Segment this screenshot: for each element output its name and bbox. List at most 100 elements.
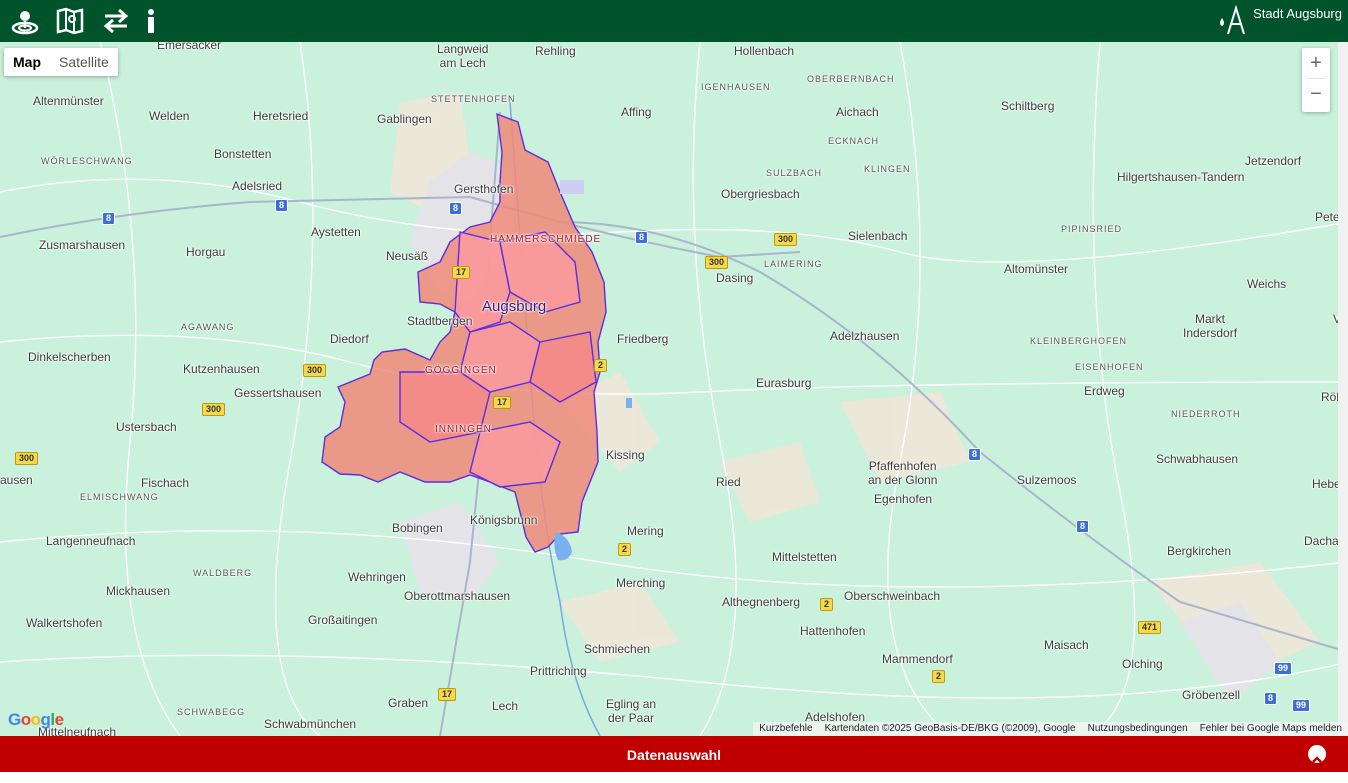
place-label: Lech [492,699,519,713]
autobahn-shield: 8 [968,448,982,461]
place-label: Pete [1315,210,1340,224]
place-label: Hattenhofen [800,624,866,638]
zoom-out-button[interactable]: − [1302,79,1330,109]
place-label: GÖGGINGEN [425,365,497,376]
city-logo [1216,4,1250,38]
place-label: Hollenbach [734,44,795,58]
place-label: Wehringen [348,570,406,584]
place-label: LAIMERING [764,259,823,269]
place-label: Schwabmünchen [264,717,357,731]
place-label: Aystetten [311,225,361,239]
road-shield: 300 [15,452,39,465]
map-type-satellite-button[interactable]: Satellite [50,48,118,76]
place-label: Friedberg [617,332,669,346]
brand-label: Stadt Augsburg [1253,6,1342,21]
place-label: Rehling [535,44,576,58]
place-label: Dasing [716,271,754,285]
autobahn-shield: 8 [635,231,649,244]
place-label: Bergkirchen [1167,544,1232,558]
place-label: Althegnenberg [722,595,801,609]
place-label: Zusmarshausen [39,238,126,252]
road-shield: 2 [618,543,632,556]
place-label: WÖRLESCHWANG [41,156,133,166]
place-label: Oberschweinbach [844,589,941,603]
place-label: Gersthofen [454,182,514,196]
place-label: Altenmünster [33,94,104,108]
place-label: Hilgertshausen-Tandern [1117,170,1245,184]
place-label: Gröbenzell [1182,688,1241,702]
scrollbar[interactable] [1338,42,1348,736]
place-label: Heretsried [253,109,309,123]
place-label: PIPINSRIED [1061,224,1123,234]
report-error-link[interactable]: Fehler bei Google Maps melden [1194,722,1348,736]
place-label: Egenhofen [874,492,933,506]
place-label: KLEINBERGHOFEN [1030,336,1128,346]
place-label: Egling an der Paar [606,697,657,725]
autobahn-shield: 99 [1274,662,1293,675]
autobahn-shield: 8 [102,212,116,225]
place-label: Langweid am Lech [437,42,489,70]
road-shield: 300 [774,233,798,246]
place-label: Erdweg [1084,384,1125,398]
autobahn-shield: 8 [275,199,289,212]
road-shield: 17 [493,396,512,409]
place-label: EISENHOFEN [1075,362,1144,372]
place-label: Merching [616,576,666,590]
place-label: OBERBERNBACH [807,74,895,84]
place-label: Adelzhausen [830,329,900,343]
keyboard-shortcuts-link[interactable]: Kurzbefehle [753,722,818,736]
place-label: Stadtbergen [407,314,473,328]
place-label: KLINGEN [864,164,911,174]
map-attribution: Kurzbefehle Kartendaten ©2025 GeoBasis-D… [753,722,1348,736]
place-label: Walkertshofen [26,616,103,630]
place-label: Hebe [1312,477,1341,491]
road-shield: 471 [1138,621,1162,634]
place-label: Emersacker [157,42,222,52]
place-label: Augsburg [482,298,547,315]
place-label: ausen [0,473,33,487]
place-label: Pfaffenhofen an der Glonn [868,459,938,487]
road-shield: 17 [452,266,471,279]
road-shield: 300 [705,256,729,269]
place-label: Horgau [186,245,226,259]
place-label: Affing [621,105,652,119]
place-label: Mering [627,524,664,538]
road-shield: 2 [820,598,834,611]
place-label: Ustersbach [116,420,177,434]
road-shield: 300 [303,364,327,377]
place-label: Schiltberg [1001,99,1055,113]
zoom-in-button[interactable]: + [1302,48,1330,78]
place-label: Langenneufnach [46,534,136,548]
place-label: Jetzendorf [1245,154,1302,168]
place-label: Großaitingen [308,613,378,627]
place-label: SULZBACH [766,168,823,178]
data-selection-label: Datenauswahl [626,747,722,763]
data-selection-bar[interactable]: Datenauswahl [0,736,1348,772]
place-label: Kissing [606,448,645,462]
place-label: Gablingen [377,112,432,126]
info-icon[interactable] [136,6,166,36]
geoinfo-icon[interactable] [10,6,40,36]
place-label: AGAWANG [181,322,235,332]
place-label: Obergriesbach [721,187,800,201]
autobahn-shield: 8 [1076,520,1090,533]
place-label: Adelsried [232,179,283,193]
place-label: STETTENHOFEN [431,94,516,104]
place-label: ECKNACH [828,136,880,146]
road-shield: 2 [594,359,608,372]
swap-arrows-icon[interactable] [101,6,131,36]
place-label: Gessertshausen [234,386,322,400]
map-type-map-button[interactable]: Map [4,48,50,76]
terms-link[interactable]: Nutzungsbedingungen [1082,722,1194,736]
place-label: Ried [716,475,741,489]
chevron-up-icon[interactable] [1308,745,1326,763]
place-label: Bonstetten [214,147,272,161]
place-label: IGENHAUSEN [701,82,771,92]
place-label: Graben [388,696,429,710]
map-book-icon[interactable] [55,6,85,36]
map-data-credit: Kartendaten ©2025 GeoBasis-DE/BKG (©2009… [824,723,1076,734]
map-view[interactable]: Langweid am Lech Rehling Hollenbach OBERBER… [0,42,1348,736]
road-shield: 300 [202,403,226,416]
place-label: Markt Indersdorf [1183,312,1238,340]
place-label: Oberottmarshausen [404,589,511,603]
